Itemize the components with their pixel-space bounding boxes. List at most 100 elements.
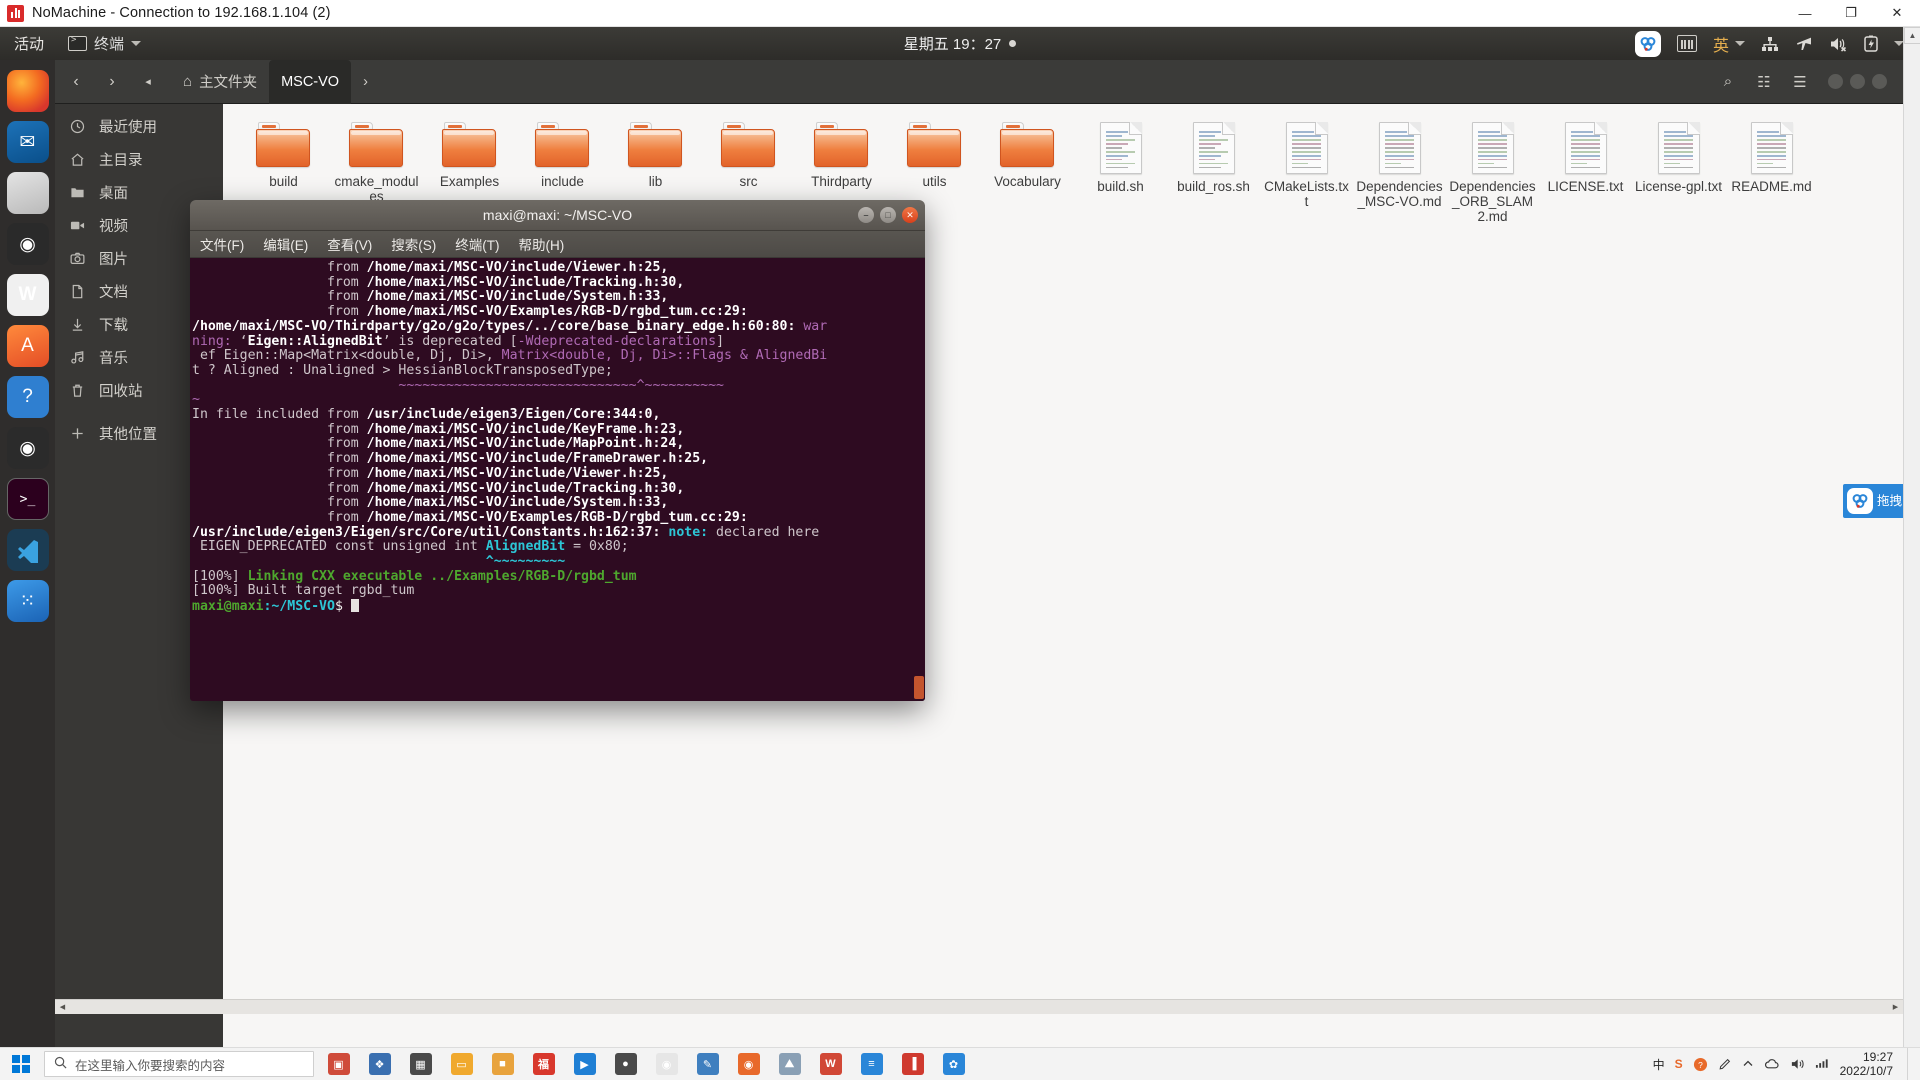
terminal-minimize-button[interactable]: – (858, 207, 874, 223)
scroll-right-icon[interactable]: ▶ (1888, 1000, 1903, 1015)
file-item[interactable]: build_ros.sh (1167, 118, 1260, 224)
taskbar-app-meeting-app[interactable]: ▶ (564, 1048, 605, 1080)
file-item[interactable]: LICENSE.txt (1539, 118, 1632, 224)
file-item[interactable]: Dependencies_MSC-VO.md (1353, 118, 1446, 224)
dock-item-software-updater[interactable]: ◉ (6, 223, 49, 265)
menu-terminal[interactable]: 终端(T) (455, 234, 499, 254)
clock-button[interactable]: 星期五 19：27 (830, 33, 1090, 54)
files-horizontal-scrollbar[interactable]: ◀ ▶ (55, 999, 1903, 1014)
ime-mode-indicator[interactable]: 中 (1653, 1056, 1665, 1073)
dock-item-thunderbird[interactable]: ✉ (6, 121, 49, 163)
start-button[interactable] (0, 1048, 42, 1080)
taskbar-app-wps-writer[interactable]: W (810, 1048, 851, 1080)
taskbar-app-sogou-input[interactable]: 福 (523, 1048, 564, 1080)
cloud-icon[interactable] (1764, 1057, 1780, 1071)
pen-icon[interactable] (1718, 1057, 1732, 1071)
chevron-up-icon[interactable] (1742, 1058, 1754, 1070)
files-close-button[interactable] (1872, 74, 1887, 89)
taskbar-app-nomachine-task[interactable]: ✿ (933, 1048, 974, 1080)
taskbar-app-editor-app[interactable]: ✎ (687, 1048, 728, 1080)
terminal-scrollbar-thumb[interactable] (914, 676, 924, 699)
taskbar-app-task-view-icon[interactable]: ▦ (400, 1048, 441, 1080)
terminal-line: ning: ‘Eigen::AlignedBit’ is deprecated … (192, 333, 725, 349)
file-item[interactable]: Dependencies_ORB_SLAM2.md (1446, 118, 1539, 224)
app-menu-button[interactable]: 终端 (68, 33, 142, 54)
scroll-left-icon[interactable]: ◀ (55, 1000, 70, 1015)
terminal-close-button[interactable]: ✕ (902, 207, 918, 223)
network-icon[interactable] (1761, 36, 1779, 52)
network-tray-icon[interactable] (1815, 1057, 1830, 1071)
dock-item-libreoffice-writer[interactable]: W (6, 274, 49, 316)
terminal-scrollbar[interactable] (912, 258, 925, 701)
hamburger-menu-icon[interactable]: ☰ (1784, 67, 1816, 97)
dock-item-firefox[interactable] (6, 70, 49, 112)
scrollbar-track[interactable] (70, 1000, 1888, 1015)
pinned-app-2-icon: ❖ (368, 1053, 391, 1075)
maximize-button[interactable]: ❐ (1828, 0, 1874, 27)
menu-view[interactable]: 查看(V) (327, 234, 372, 254)
view-toggle-icon[interactable]: ☷ (1748, 67, 1780, 97)
chart-app-icon: ▐ (901, 1053, 924, 1075)
remote-right-scroll-strip[interactable]: ▲ (1903, 27, 1920, 1047)
terminal-output[interactable]: from /home/maxi/MSC-VO/include/Viewer.h:… (190, 258, 925, 701)
dock-item-terminal[interactable]: >_ (6, 478, 49, 520)
back-button[interactable]: ‹ (61, 67, 91, 97)
dock-item-camera[interactable]: ◉ (6, 427, 49, 469)
taskbar-app-tool-app[interactable]: ≡ (851, 1048, 892, 1080)
dock-item-vscode[interactable] (6, 529, 49, 571)
nomachine-tray-icon[interactable] (1634, 30, 1661, 57)
help-circle-icon[interactable]: ? (1693, 1057, 1708, 1072)
battery-icon[interactable] (1864, 35, 1878, 52)
dock-item-ubuntu-software[interactable]: A (6, 325, 49, 367)
airplane-mode-icon[interactable] (1795, 36, 1813, 52)
sogou-tray-icon[interactable]: S (1675, 1057, 1683, 1071)
files-minimize-button[interactable] (1828, 74, 1843, 89)
folder-icon (907, 122, 962, 169)
sidebar-item-recent[interactable]: 最近使用 (55, 110, 223, 143)
path-dropdown-button[interactable]: ◂ (133, 67, 163, 97)
taskbar-app-store[interactable]: ■ (482, 1048, 523, 1080)
dock-item-help[interactable]: ? (6, 376, 49, 418)
file-item[interactable]: build.sh (1074, 118, 1167, 224)
file-item[interactable]: License-gpl.txt (1632, 118, 1725, 224)
ime-indicator[interactable]: 英 (1713, 32, 1745, 56)
taskbar-clock[interactable]: 19:27 2022/10/7 (1840, 1050, 1897, 1078)
ubuntu-dock: ✉ ◉ W A ? ◉ >_ ⁙ (0, 60, 55, 1047)
taskbar-app-photo-app[interactable]: ⛰ (769, 1048, 810, 1080)
breadcrumb-current[interactable]: MSC-VO (269, 59, 352, 104)
terminal-maximize-button[interactable]: □ (880, 207, 896, 223)
close-button[interactable]: ✕ (1874, 0, 1920, 27)
taskbar-app-firefox-task[interactable]: ◉ (728, 1048, 769, 1080)
forward-button[interactable]: › (97, 67, 127, 97)
taskbar-app-file-explorer[interactable]: ▭ (441, 1048, 482, 1080)
breadcrumb-home[interactable]: ⌂ 主文件夹 (171, 66, 269, 97)
files-maximize-button[interactable] (1850, 74, 1865, 89)
keyboard-icon[interactable] (1676, 35, 1697, 52)
show-desktop-button[interactable] (1907, 1047, 1914, 1080)
menu-file[interactable]: 文件(F) (200, 234, 244, 254)
volume-muted-icon[interactable] (1829, 36, 1848, 52)
taskbar-app-chart-app[interactable]: ▐ (892, 1048, 933, 1080)
search-icon[interactable]: ⌕ (1712, 67, 1744, 97)
menu-search[interactable]: 搜索(S) (391, 234, 436, 254)
search-input[interactable]: 在这里输入你要搜索的内容 (44, 1051, 314, 1077)
nomachine-drag-pill[interactable]: 拖拽 (1843, 484, 1903, 518)
file-item[interactable]: Vocabulary (981, 118, 1074, 224)
file-item[interactable]: README.md (1725, 118, 1818, 224)
dock-item-files[interactable] (6, 172, 49, 214)
taskbar-app-chrome[interactable]: ◉ (646, 1048, 687, 1080)
menu-help[interactable]: 帮助(H) (519, 234, 565, 254)
taskbar-app-task-view[interactable]: ▣ (318, 1048, 359, 1080)
taskbar-app-media-app[interactable]: ● (605, 1048, 646, 1080)
volume-icon[interactable] (1790, 1057, 1805, 1071)
activities-button[interactable]: 活动 (14, 33, 44, 54)
sidebar-item-home[interactable]: 主目录 (55, 143, 223, 176)
taskbar-app-pinned-app-2[interactable]: ❖ (359, 1048, 400, 1080)
scroll-up-icon[interactable]: ▲ (1904, 27, 1920, 44)
dock-item-show-applications[interactable]: ⁙ (6, 580, 49, 622)
menu-edit[interactable]: 编辑(E) (263, 234, 308, 254)
file-item[interactable]: CMakeLists.txt (1260, 118, 1353, 224)
terminal-line: ^~~~~~~~~~ (192, 554, 566, 570)
minimize-button[interactable]: — (1782, 0, 1828, 27)
breadcrumb-next-button[interactable]: › (351, 69, 380, 95)
